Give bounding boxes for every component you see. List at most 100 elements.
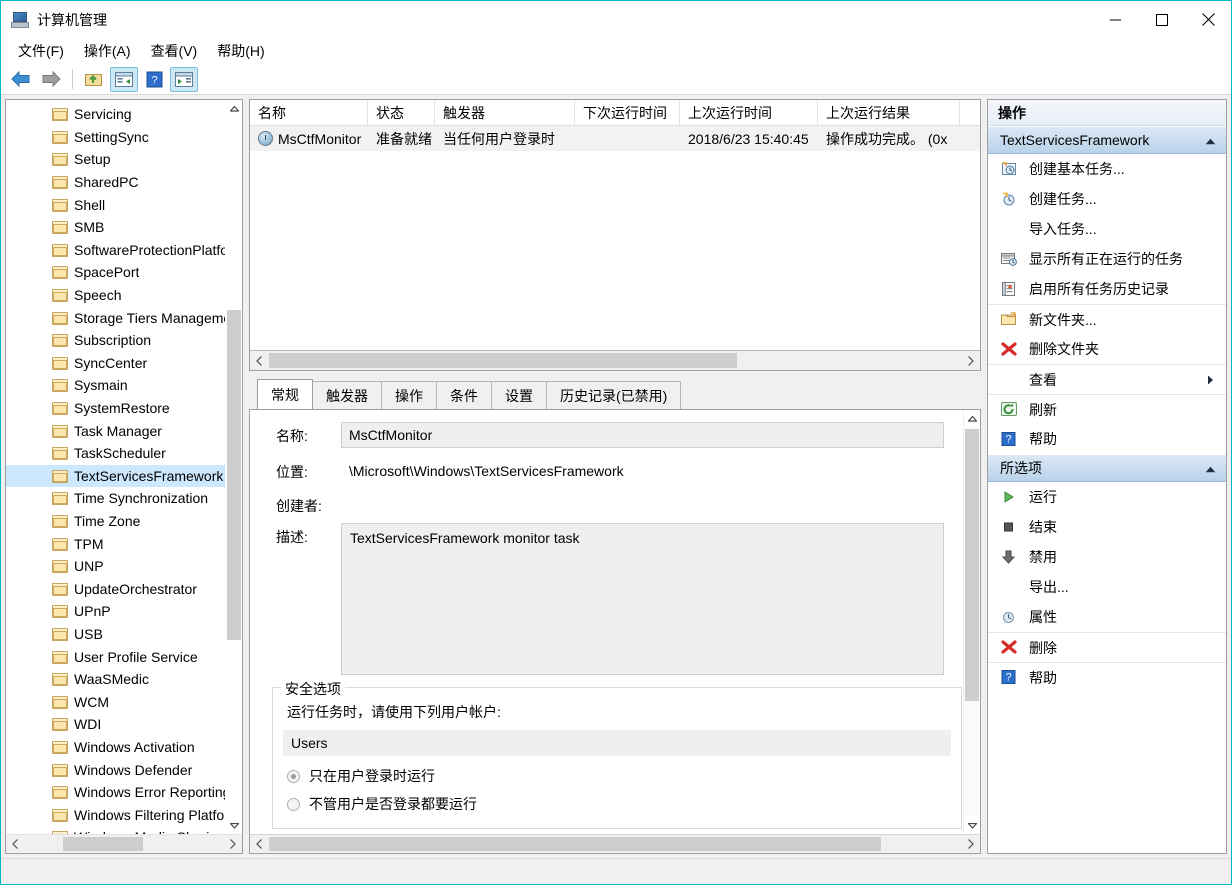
name-field[interactable]: MsCtfMonitor — [341, 422, 944, 448]
details-horizontal-scrollbar[interactable] — [250, 834, 980, 853]
action-item-0-9[interactable]: ? 帮助 — [988, 424, 1226, 454]
back-button[interactable] — [7, 67, 35, 92]
tree-item-shell[interactable]: Shell — [6, 193, 242, 216]
tree-item-synccenter[interactable]: SyncCenter — [6, 352, 242, 375]
tree-scroll-down-arrow[interactable] — [226, 817, 242, 834]
tree-item-settingsync[interactable]: SettingSync — [6, 126, 242, 149]
table-row[interactable]: MsCtfMonitor 准备就绪 当任何用户登录时 2018/6/23 15:40:… — [250, 126, 980, 151]
show-action-pane-button[interactable] — [170, 66, 198, 92]
details-horizontal-scroll-thumb[interactable] — [269, 837, 881, 851]
tree-item-task-manager[interactable]: Task Manager — [6, 419, 242, 442]
tree-item-unp[interactable]: UNP — [6, 555, 242, 578]
chevron-up-icon[interactable] — [1205, 132, 1216, 148]
actions-group-header-0[interactable]: TextServicesFramework — [988, 126, 1226, 154]
details-scroll-down-arrow[interactable] — [964, 817, 980, 834]
up-folder-button[interactable] — [80, 67, 108, 92]
maximize-button[interactable] — [1139, 1, 1185, 38]
chevron-up-icon[interactable] — [1205, 460, 1216, 476]
action-item-0-3[interactable]: 显示所有正在运行的任务 — [988, 244, 1226, 274]
tree-item-taskscheduler[interactable]: TaskScheduler — [6, 442, 242, 465]
tree-vertical-scroll-thumb[interactable] — [227, 310, 241, 640]
tree-item-smb[interactable]: SMB — [6, 216, 242, 239]
action-item-1-0[interactable]: 运行 — [988, 482, 1226, 512]
tab-4[interactable]: 设置 — [491, 381, 547, 409]
tree-item-waasmedic[interactable]: WaaSMedic — [6, 668, 242, 691]
tree-item-speech[interactable]: Speech — [6, 284, 242, 307]
tree-item-spaceport[interactable]: SpacePort — [6, 261, 242, 284]
tab-0[interactable]: 常规 — [257, 379, 313, 409]
tree-item-time-synchronization[interactable]: Time Synchronization — [6, 487, 242, 510]
help-button[interactable]: ? — [140, 67, 168, 92]
tree-item-upnp[interactable]: UPnP — [6, 600, 242, 623]
tree-item-wdi[interactable]: WDI — [6, 713, 242, 736]
action-item-0-0[interactable]: 创建基本任务... — [988, 154, 1226, 184]
radio-button-indicator[interactable] — [287, 769, 300, 783]
action-item-1-2[interactable]: 禁用 — [988, 542, 1226, 572]
tree-scroll-up-arrow[interactable] — [226, 100, 242, 117]
action-item-0-4[interactable]: 启用所有任务历史记录 — [988, 274, 1226, 304]
tree-item-wcm[interactable]: WCM — [6, 690, 242, 713]
tree-item-usb[interactable]: USB — [6, 623, 242, 646]
task-list-scroll-left-arrow[interactable] — [250, 355, 269, 366]
action-item-0-5[interactable]: 新文件夹... — [988, 304, 1226, 334]
close-button[interactable] — [1185, 1, 1231, 38]
tree-item-user-profile-service[interactable]: User Profile Service — [6, 645, 242, 668]
action-item-0-6[interactable]: 删除文件夹 — [988, 334, 1226, 364]
tree-scroll-left-arrow[interactable] — [6, 839, 25, 849]
radio-button-indicator[interactable] — [287, 797, 300, 811]
tree-item-time-zone[interactable]: Time Zone — [6, 510, 242, 533]
tab-1[interactable]: 触发器 — [312, 381, 382, 409]
menu-help[interactable]: 帮助(H) — [208, 41, 273, 61]
tree-item-softwareprotectionplatform[interactable]: SoftwareProtectionPlatform — [6, 239, 242, 262]
task-list-horizontal-scroll-thumb[interactable] — [269, 353, 737, 368]
column-header-5[interactable]: 上次运行结果 — [818, 100, 960, 125]
action-item-0-1[interactable]: 创建任务... — [988, 184, 1226, 214]
minimize-button[interactable] — [1093, 1, 1139, 38]
task-list-horizontal-scrollbar[interactable] — [250, 350, 980, 370]
show-console-tree-button[interactable] — [110, 66, 138, 92]
description-field[interactable]: TextServicesFramework monitor task — [341, 523, 944, 675]
tree-item-subscription[interactable]: Subscription — [6, 329, 242, 352]
tree-item-windows-filtering-platform[interactable]: Windows Filtering Platform — [6, 803, 242, 826]
tree-vertical-scrollbar[interactable] — [225, 100, 242, 834]
tree-horizontal-scrollbar[interactable] — [6, 834, 242, 853]
tree-item-sysmain[interactable]: Sysmain — [6, 374, 242, 397]
action-item-1-6[interactable]: ? 帮助 — [988, 662, 1226, 692]
action-item-0-2[interactable]: 导入任务... — [988, 214, 1226, 244]
tree-horizontal-scroll-thumb[interactable] — [63, 837, 143, 851]
tab-2[interactable]: 操作 — [381, 381, 437, 409]
tree-item-updateorchestrator[interactable]: UpdateOrchestrator — [6, 577, 242, 600]
tab-5[interactable]: 历史记录(已禁用) — [546, 381, 682, 409]
action-item-1-3[interactable]: 导出... — [988, 572, 1226, 602]
tree-item-setup[interactable]: Setup — [6, 148, 242, 171]
tree-item-servicing[interactable]: Servicing — [6, 103, 242, 126]
tab-3[interactable]: 条件 — [436, 381, 492, 409]
tree-item-systemrestore[interactable]: SystemRestore — [6, 397, 242, 420]
tree-item-textservicesframework[interactable]: TextServicesFramework — [6, 464, 242, 488]
column-header-0[interactable]: 名称 — [250, 100, 368, 125]
details-scroll-left-arrow[interactable] — [250, 839, 269, 849]
tree-item-storage-tiers-management[interactable]: Storage Tiers Management — [6, 306, 242, 329]
radio-run-only-when-logged-on[interactable]: 只在用户登录时运行 — [283, 762, 951, 790]
column-header-1[interactable]: 状态 — [368, 100, 435, 125]
tree-item-windows-media-sharing[interactable]: Windows Media Sharing — [6, 826, 242, 834]
action-item-1-5[interactable]: 删除 — [988, 632, 1226, 662]
details-scroll-up-arrow[interactable] — [964, 410, 980, 427]
tree-scroll-right-arrow[interactable] — [223, 839, 242, 849]
forward-button[interactable] — [37, 67, 65, 92]
tree-item-tpm[interactable]: TPM — [6, 532, 242, 555]
menu-action[interactable]: 操作(A) — [75, 41, 140, 61]
actions-group-header-1[interactable]: 所选项 — [988, 454, 1226, 482]
column-header-3[interactable]: 下次运行时间 — [575, 100, 680, 125]
task-list-scroll-right-arrow[interactable] — [961, 355, 980, 366]
menu-view[interactable]: 查看(V) — [142, 41, 207, 61]
tree-item-windows-error-reporting[interactable]: Windows Error Reporting — [6, 781, 242, 804]
radio-run-whether-logged-on-or-not[interactable]: 不管用户是否登录都要运行 — [283, 790, 951, 818]
column-header-4[interactable]: 上次运行时间 — [680, 100, 818, 125]
tree-item-sharedpc[interactable]: SharedPC — [6, 171, 242, 194]
column-header-2[interactable]: 触发器 — [435, 100, 575, 125]
details-scroll-right-arrow[interactable] — [961, 839, 980, 849]
action-item-1-1[interactable]: 结束 — [988, 512, 1226, 542]
action-item-0-8[interactable]: 刷新 — [988, 394, 1226, 424]
details-vertical-scroll-thumb[interactable] — [965, 429, 979, 701]
